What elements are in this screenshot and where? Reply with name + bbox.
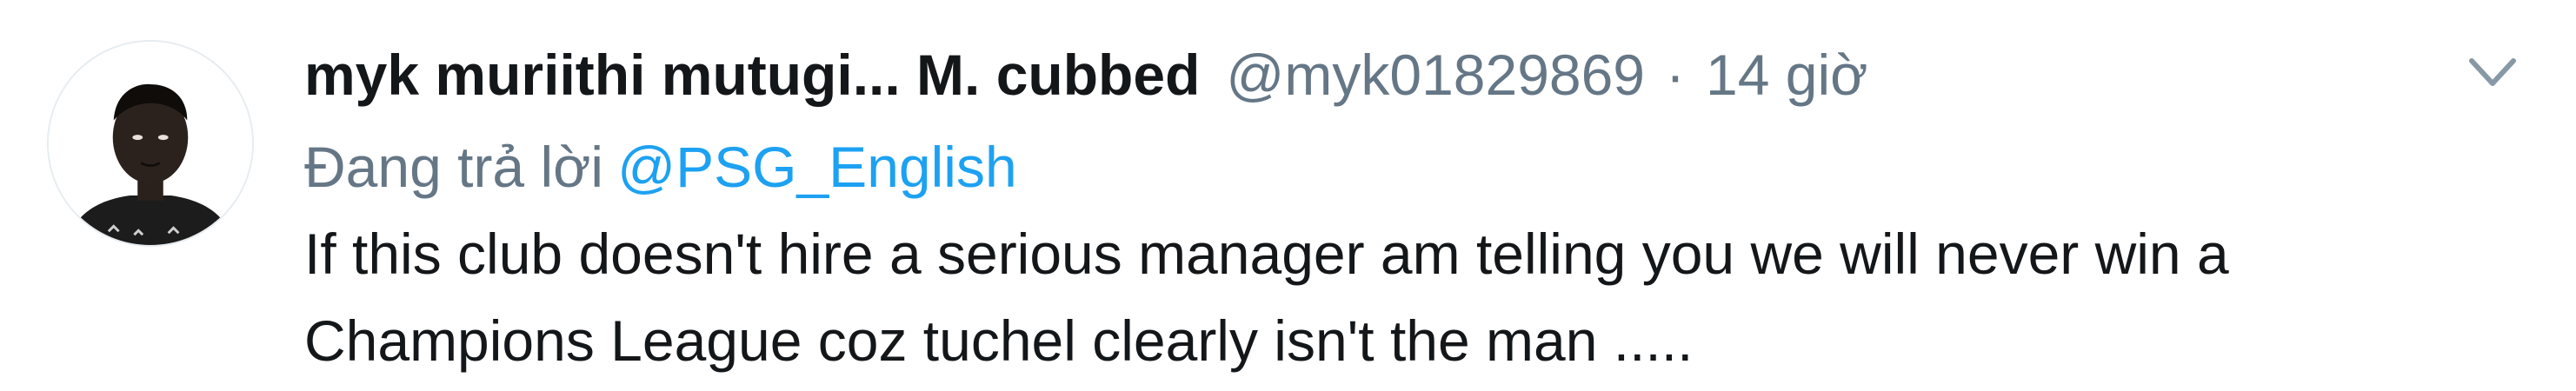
reply-prefix: Đang trả lời bbox=[304, 135, 604, 199]
user-avatar-photo-icon bbox=[49, 42, 252, 245]
tweet-menu-button[interactable] bbox=[2466, 54, 2519, 92]
tweet-timestamp[interactable]: 14 giờ bbox=[1706, 42, 1867, 108]
reply-to-link[interactable]: @PSG_English bbox=[617, 135, 1017, 199]
reply-context: Đang trả lời @PSG_English bbox=[304, 125, 2472, 209]
tweet-text: If this club doesn't hire a serious mana… bbox=[304, 222, 2229, 373]
separator-dot: · bbox=[1666, 43, 1686, 107]
display-name[interactable]: myk muriithi mutugi... M. cubbed bbox=[304, 42, 1200, 108]
avatar[interactable] bbox=[47, 40, 254, 247]
chevron-down-icon bbox=[2469, 58, 2516, 86]
tweet-header: myk muriithi mutugi... M. cubbed @myk018… bbox=[304, 42, 2472, 120]
tweet[interactable]: myk muriithi mutugi... M. cubbed @myk018… bbox=[0, 0, 2576, 391]
tweet-content: myk muriithi mutugi... M. cubbed @myk018… bbox=[304, 42, 2472, 384]
user-handle[interactable]: @myk01829869 bbox=[1226, 42, 1645, 108]
